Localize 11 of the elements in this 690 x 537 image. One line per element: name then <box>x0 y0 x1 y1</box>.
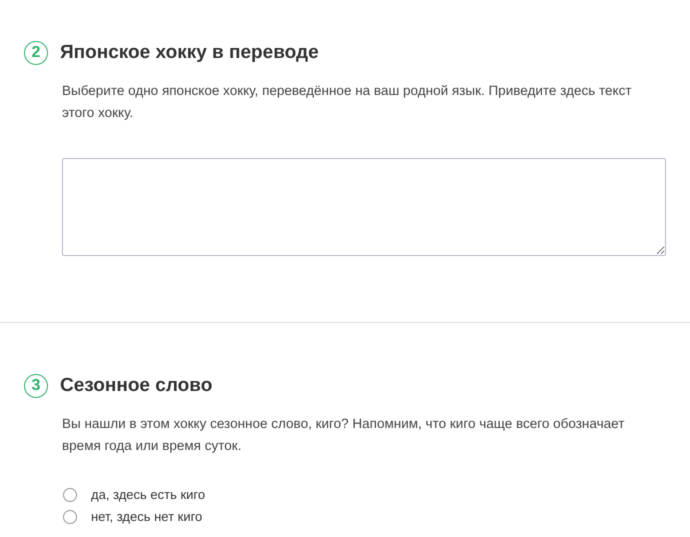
option-label[interactable]: нет, здесь нет киго <box>91 509 202 525</box>
question-title: Японское хокку в переводе <box>60 42 319 64</box>
answer-box[interactable] <box>62 158 666 256</box>
question-title: Сезонное слово <box>60 375 212 397</box>
radio-button[interactable] <box>63 488 77 502</box>
option-label[interactable]: да, здесь есть киго <box>91 487 206 503</box>
question-text: Выберите одно японское хокку, переведённое на ваш родной язык. Приведите здесь текст этого хокку. <box>62 82 633 122</box>
question-text: Вы нашли в этом хокку сезонное слово, киго? Напомним, что киго чаще всего обозначает время года или время суток. <box>62 415 626 455</box>
question-number: 2 <box>24 41 48 65</box>
question-number: 3 <box>24 374 48 398</box>
radio-button[interactable] <box>63 510 77 524</box>
